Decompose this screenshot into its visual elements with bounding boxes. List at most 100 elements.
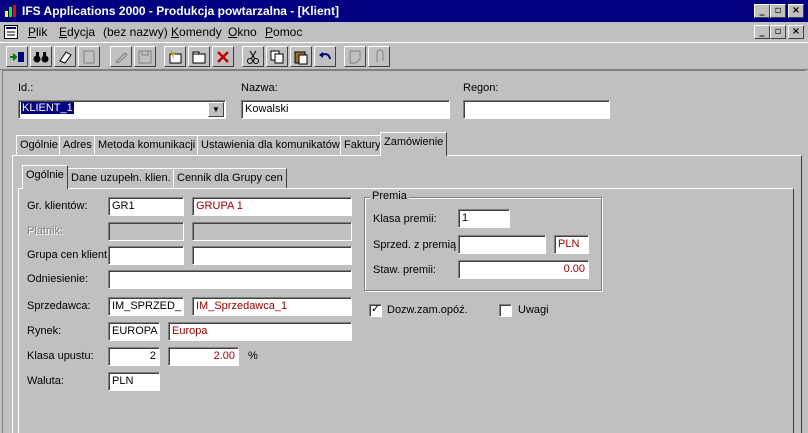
blank-button[interactable] — [78, 46, 100, 67]
id-combo[interactable]: KLIENT_1 — [18, 100, 226, 119]
restore-icon[interactable]: ▫ — [770, 4, 786, 18]
menu-bez-nazwy[interactable]: (bez nazwy) — [103, 25, 168, 39]
eraser-icon — [59, 51, 72, 64]
save-icon — [138, 50, 152, 64]
edit-disabled-button[interactable] — [110, 46, 132, 67]
grupa-cen-code-field[interactable] — [108, 246, 184, 265]
klasa-premii-label: Klasa premii: — [373, 213, 437, 225]
subtab-ogolnie[interactable]: Ogólnie — [22, 165, 68, 189]
delete-button[interactable] — [212, 46, 234, 67]
gr-klientow-desc-field: GRUPA 1 — [192, 197, 352, 216]
id-value: KLIENT_1 — [21, 102, 74, 114]
save-disabled-button[interactable] — [134, 46, 156, 67]
tab-adres[interactable]: Adres — [59, 135, 96, 156]
sprzed-currency-field: PLN — [554, 235, 589, 254]
gr-klientow-label: Gr. klientów: — [27, 200, 88, 212]
tab-ogolnie[interactable]: Ogólnie — [16, 135, 62, 156]
sprzedawca-code-field[interactable]: IM_SPRZED_ — [108, 297, 184, 316]
window-title: IFS Applications 2000 - Produkcja powtar… — [22, 4, 339, 18]
toolbar — [0, 42, 808, 70]
subtab-cennik-grupy-cen[interactable]: Cennik dla Grupy cen — [173, 168, 287, 189]
child-minimize-icon[interactable]: _ — [754, 25, 770, 39]
menu-pomoc[interactable]: Pomoc — [265, 25, 302, 39]
id-label: Id.: — [18, 82, 34, 94]
platnik-desc-field — [192, 222, 352, 241]
staw-premii-label: Staw. premii: — [373, 264, 436, 276]
note-icon — [349, 50, 361, 64]
grupa-cen-desc-field — [192, 246, 352, 265]
klasa-upustu-label: Klasa upustu: — [27, 350, 94, 362]
attach-button[interactable] — [368, 46, 390, 67]
binoculars-icon — [33, 52, 49, 63]
sprzed-z-premia-label: Sprzed. z premią — [373, 239, 457, 251]
klasa-upustu-field[interactable]: 2 — [108, 347, 160, 366]
tab-faktury[interactable]: Faktury — [340, 135, 385, 156]
subtab-dane-uzupeln[interactable]: Dane uzupełn. klien. — [67, 168, 175, 189]
nazwa-field[interactable]: Kowalski — [241, 100, 450, 119]
grupa-cen-label: Grupa cen klient — [27, 249, 108, 261]
dozw-zam-opoz-checkbox[interactable]: ✓ — [369, 302, 382, 317]
menu-bar: Plik Edycja (bez nazwy) Komendy Okno Pom… — [0, 22, 808, 42]
klasa-premii-field[interactable]: 1 — [458, 209, 510, 228]
paste-button[interactable] — [290, 46, 312, 67]
close-icon[interactable]: × — [788, 4, 804, 18]
new-record-icon — [169, 49, 182, 64]
ifs-app-icon — [5, 5, 16, 17]
tab-zamowienie[interactable]: Zamówienie — [380, 132, 448, 156]
check-icon: ✓ — [371, 302, 381, 315]
uwagi-label: Uwagi — [518, 304, 549, 316]
copy-icon — [270, 50, 284, 64]
platnik-label: Płatnik: — [27, 225, 64, 237]
title-bar: IFS Applications 2000 - Produkcja powtar… — [0, 0, 808, 22]
odniesienie-field[interactable] — [108, 270, 352, 289]
paperclip-icon — [376, 49, 384, 62]
blank-icon — [83, 50, 95, 64]
populate-icon — [10, 52, 24, 62]
note-button[interactable] — [344, 46, 366, 67]
undo-button[interactable] — [314, 46, 336, 67]
paste-icon — [294, 51, 308, 65]
uwagi-checkbox[interactable] — [499, 304, 512, 317]
regon-label: Regon: — [463, 82, 499, 94]
copy-record-icon — [192, 51, 206, 64]
menu-komendy[interactable]: Komendy — [171, 25, 222, 39]
undo-icon — [319, 52, 331, 60]
clear-button[interactable] — [54, 46, 76, 67]
duplicate-button[interactable] — [188, 46, 210, 67]
new-button[interactable] — [164, 46, 186, 67]
child-restore-icon[interactable]: ▫ — [770, 25, 786, 39]
menu-okno[interactable]: Okno — [228, 25, 257, 39]
regon-field[interactable] — [463, 100, 610, 119]
waluta-label: Waluta: — [27, 375, 64, 387]
gr-klientow-code-field[interactable]: GR1 — [108, 197, 184, 216]
klasa-upustu-pct-field: 2.00 — [168, 347, 239, 366]
platnik-code-field — [108, 222, 184, 241]
child-close-icon[interactable]: × — [788, 25, 804, 39]
staw-premii-field: 0.00 — [458, 260, 589, 279]
sprzed-z-premia-field[interactable] — [458, 235, 546, 254]
sprzedawca-desc-field: IM_Sprzedawca_1 — [192, 297, 352, 316]
scissors-icon — [247, 50, 259, 64]
sprzedawca-label: Sprzedawca: — [27, 300, 91, 312]
minimize-icon[interactable]: _ — [754, 4, 770, 18]
nazwa-label: Nazwa: — [241, 82, 278, 94]
chevron-down-icon[interactable]: ▼ — [208, 102, 224, 117]
rynek-desc-field: Europa — [168, 322, 352, 341]
pencil-icon — [115, 52, 128, 64]
tab-ustawienia-dla-komunikatow[interactable]: Ustawienia dla komunikatów — [197, 135, 344, 156]
rynek-code-field[interactable]: EUROPA — [108, 322, 160, 341]
dozw-zam-opoz-label: Dozw.zam.opóź. — [387, 304, 468, 316]
tab-metoda-komunikacji[interactable]: Metoda komunikacji — [94, 135, 200, 156]
percent-label: % — [248, 350, 258, 362]
search-button[interactable] — [30, 46, 52, 67]
populate-button[interactable] — [6, 46, 28, 67]
waluta-field[interactable]: PLN — [108, 372, 160, 391]
cut-button[interactable] — [242, 46, 264, 67]
copy-button[interactable] — [266, 46, 288, 67]
menu-edycja[interactable]: Edycja — [59, 25, 95, 39]
odniesienie-label: Odniesienie: — [27, 273, 89, 285]
premia-title: Premia — [370, 190, 409, 202]
menu-plik[interactable]: Plik — [28, 25, 47, 39]
rynek-label: Rynek: — [27, 325, 62, 337]
document-menu-icon[interactable] — [4, 25, 18, 39]
